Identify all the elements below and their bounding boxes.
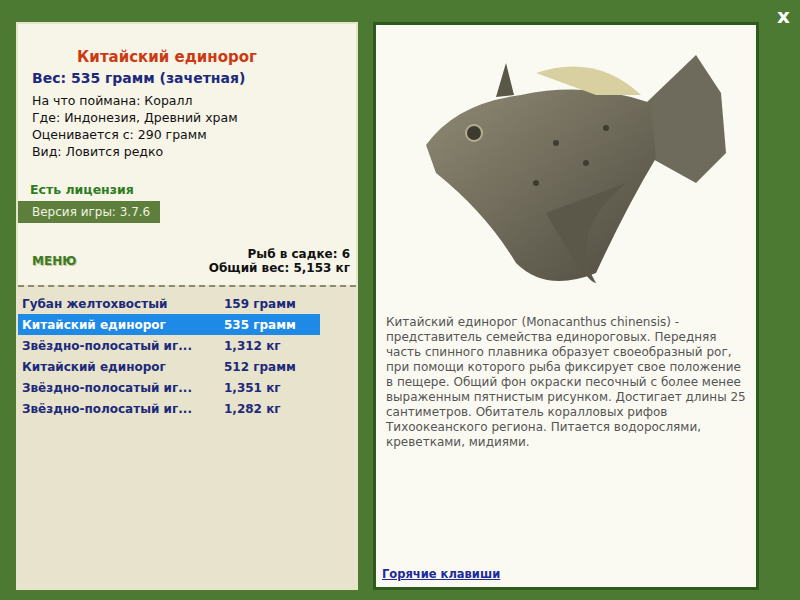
keepnet-count: Рыб в садке: 6 xyxy=(209,247,350,261)
catch-name: Губан желтохвостый xyxy=(22,297,224,311)
fish-weight: Вес: 535 грамм (зачетная) xyxy=(18,66,356,86)
catch-list: Губан желтохвостый159 граммКитайский еди… xyxy=(18,285,356,588)
catch-row[interactable]: Звёздно-полосатый иг...1,282 кг xyxy=(18,398,320,419)
catch-weight: 512 грамм xyxy=(224,360,296,374)
catch-weight: 1,312 кг xyxy=(224,339,281,353)
keepnet-summary: Рыб в садке: 6Общий вес: 5,153 кг xyxy=(209,247,350,275)
detail-line: На что поймана: Коралл xyxy=(32,92,356,109)
catch-weight: 1,282 кг xyxy=(224,402,281,416)
catch-name: Звёздно-полосатый иг... xyxy=(22,381,224,395)
catch-weight: 159 грамм xyxy=(224,297,296,311)
catch-row[interactable]: Китайский единорог512 грамм xyxy=(18,356,320,377)
catch-row[interactable]: Звёздно-полосатый иг...1,351 кг xyxy=(18,377,320,398)
detail-line: Вид: Ловится редко xyxy=(32,143,356,160)
fish-info-screen: xКитайский единорогВес: 535 грамм (зачет… xyxy=(0,0,800,600)
catch-row[interactable]: Китайский единорог535 грамм xyxy=(18,314,320,335)
version-bar: Версия игры: 3.7.6 xyxy=(18,201,160,223)
close-button[interactable]: x xyxy=(777,4,790,28)
catch-panel: Китайский единорогВес: 535 грамм (зачетн… xyxy=(16,22,358,590)
detail-line: Оценивается с: 290 грамм xyxy=(32,126,356,143)
catch-row[interactable]: Звёздно-полосатый иг...1,312 кг xyxy=(18,335,320,356)
detail-line: Где: Индонезия, Древний храм xyxy=(32,109,356,126)
catch-row[interactable]: Губан желтохвостый159 грамм xyxy=(18,293,320,314)
catch-name: Звёздно-полосатый иг... xyxy=(22,339,224,353)
catch-name: Звёздно-полосатый иг... xyxy=(22,402,224,416)
fish-picture xyxy=(382,25,750,311)
license-label: Есть лицензия xyxy=(18,160,356,197)
keepnet-total: Общий вес: 5,153 кг xyxy=(209,261,350,275)
menu-button[interactable]: МЕНЮ xyxy=(32,254,76,268)
fish-title: Китайский единорог xyxy=(18,48,356,66)
menu-row: МЕНЮ Рыб в садке: 6Общий вес: 5,153 кг xyxy=(18,223,356,285)
catch-name: Китайский единорог xyxy=(22,360,224,374)
catch-name: Китайский единорог xyxy=(22,318,224,332)
catch-weight: 1,351 кг xyxy=(224,381,281,395)
fish-card: Китайский единорог (Monacanthus chinensi… xyxy=(373,22,759,590)
hotkeys-link[interactable]: Горячие клавиши xyxy=(382,567,750,581)
fish-details: На что поймана: КораллГде: Индонезия, Др… xyxy=(18,86,356,160)
fish-icon xyxy=(396,33,736,303)
fish-summary: Китайский единорогВес: 535 грамм (зачетн… xyxy=(18,24,356,285)
catch-weight: 535 грамм xyxy=(224,318,296,332)
fish-description: Китайский единорог (Monacanthus chinensi… xyxy=(382,311,750,450)
